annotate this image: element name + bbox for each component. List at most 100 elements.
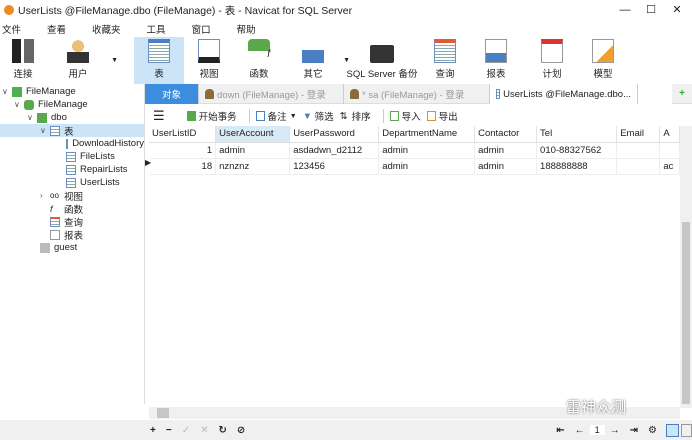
menu-view[interactable]: 查看 <box>45 22 66 36</box>
stop-button[interactable]: ⊘ <box>237 425 245 436</box>
chevron-down-icon[interactable]: ▼ <box>111 57 118 64</box>
view-button[interactable]: 视图 <box>184 37 234 84</box>
grid-view-icon[interactable] <box>666 423 679 437</box>
tree-database[interactable]: ∨ FileManage <box>14 98 88 111</box>
maximize-button[interactable]: ☐ <box>638 2 664 18</box>
first-page-button[interactable]: ⇤ <box>556 425 564 436</box>
label: 函数 <box>249 69 269 80</box>
begin-transaction-button[interactable]: 开始事务 <box>186 109 237 123</box>
cell[interactable] <box>659 142 680 159</box>
chevron-down-icon[interactable]: ∨ <box>2 87 12 96</box>
column-header[interactable]: UserListID <box>149 126 217 143</box>
tree-reports[interactable]: 报表 <box>50 228 83 241</box>
apply-button[interactable]: ✓ <box>182 425 190 436</box>
column-header[interactable]: Tel <box>536 126 618 143</box>
model-button[interactable]: 模型 <box>580 37 626 84</box>
column-header[interactable]: Contactor <box>474 126 538 143</box>
query-button[interactable]: 查询 <box>422 37 468 84</box>
connect-button[interactable]: 连接 <box>0 37 46 84</box>
cell[interactable]: ac <box>659 158 680 175</box>
chevron-down-icon[interactable]: ∨ <box>14 100 24 109</box>
user-button[interactable]: 用户 ▼ <box>46 37 118 84</box>
function-button[interactable]: f 函数 <box>234 37 284 84</box>
chevron-right-icon[interactable]: › <box>40 191 50 200</box>
column-header[interactable]: A <box>659 126 680 143</box>
table-button[interactable]: 表 <box>134 37 184 84</box>
tree-connection[interactable]: ∨ FileManage <box>2 85 76 98</box>
tree-table-item[interactable]: RepairLists <box>66 163 128 176</box>
other-button[interactable]: 其它 ▼ <box>284 37 350 84</box>
memo-button[interactable]: 备注 ▼ <box>255 109 297 123</box>
label: 查询 <box>64 217 84 229</box>
cell[interactable]: 010-88327562 <box>536 142 618 159</box>
add-record-button[interactable]: + <box>150 425 156 436</box>
discard-button[interactable]: ✕ <box>200 425 208 436</box>
tree-table-item[interactable]: DownloadHistory <box>66 137 144 150</box>
tab-objects[interactable]: 对象 <box>145 84 199 104</box>
chevron-down-icon[interactable]: ∨ <box>27 113 37 122</box>
cell[interactable]: 123456 <box>289 158 380 175</box>
tree-tables[interactable]: ∨ 表 <box>0 124 144 137</box>
cell[interactable]: nznznz <box>215 158 291 175</box>
cell[interactable]: admin <box>378 142 476 159</box>
connection-icon <box>12 86 22 97</box>
delete-record-button[interactable]: − <box>166 425 172 436</box>
tree-functions[interactable]: f 函数 <box>50 202 83 216</box>
cell[interactable] <box>616 158 661 175</box>
cell[interactable]: admin <box>474 142 538 159</box>
tab-down-login[interactable]: down (FileManage) - 登录 <box>199 84 344 104</box>
tab-userlists[interactable]: UserLists @FileManage.dbo... <box>490 84 638 104</box>
vertical-scrollbar[interactable] <box>680 126 692 408</box>
column-header[interactable]: UserAccount <box>215 126 291 143</box>
cell[interactable]: admin <box>215 142 291 159</box>
prev-page-button[interactable]: ← <box>575 425 585 436</box>
sort-button[interactable]: ⇅ 排序 <box>340 109 371 123</box>
menu-file[interactable]: 文件 <box>0 22 21 36</box>
next-page-button[interactable]: → <box>610 425 620 436</box>
table-row[interactable]: 18 nznznz 123456 admin admin 188888888 a… <box>149 158 680 175</box>
scroll-thumb[interactable] <box>157 408 169 418</box>
tree-guest-schema[interactable]: guest <box>40 241 77 254</box>
chevron-down-icon[interactable]: ∨ <box>40 126 50 135</box>
cell[interactable]: 18 <box>149 158 217 175</box>
form-view-icon[interactable] <box>681 423 692 437</box>
menu-icon[interactable]: ☰ <box>153 108 165 124</box>
column-header[interactable]: UserPassword <box>289 126 380 143</box>
schedule-button[interactable]: 计划 <box>524 37 580 84</box>
cell[interactable]: admin <box>378 158 476 175</box>
tree-schema[interactable]: ∨ dbo <box>27 111 67 124</box>
cell[interactable]: 1 <box>149 142 217 159</box>
cell[interactable] <box>616 142 661 159</box>
column-header[interactable]: DepartmentName <box>378 126 476 143</box>
minimize-button[interactable]: — <box>612 2 638 18</box>
tree-views[interactable]: › oo 视图 <box>40 189 83 203</box>
menu-tools[interactable]: 工具 <box>145 22 166 36</box>
export-button[interactable]: 导出 <box>426 109 458 123</box>
menu-window[interactable]: 窗口 <box>190 22 211 36</box>
menu-help[interactable]: 帮助 <box>235 22 256 36</box>
backup-button[interactable]: SQL Server 备份 <box>342 37 422 84</box>
settings-gear-icon[interactable]: ⚙ <box>648 425 657 436</box>
page-number-input[interactable]: 1 <box>589 425 605 435</box>
new-tab-icon[interactable]: + <box>672 84 692 103</box>
tree-queries[interactable]: 查询 <box>50 215 83 228</box>
last-page-button[interactable]: ⇥ <box>630 425 638 436</box>
tree-table-item[interactable]: UserLists <box>66 176 120 189</box>
cell[interactable]: asdadwn_d2112 <box>289 142 380 159</box>
report-button[interactable]: 报表 <box>468 37 524 84</box>
refresh-button[interactable]: ↻ <box>218 425 226 436</box>
tab-sa-login[interactable]: * sa (FileManage) - 登录 <box>344 84 490 104</box>
close-button[interactable]: ✕ <box>664 2 690 18</box>
cell[interactable]: admin <box>474 158 538 175</box>
label: UserLists <box>80 177 120 188</box>
filter-button[interactable]: ▼ 筛选 <box>303 109 334 123</box>
cell[interactable]: 188888888 <box>536 158 618 175</box>
column-header[interactable]: Email <box>616 126 661 143</box>
chevron-down-icon[interactable]: ▼ <box>290 113 297 120</box>
menu-favorites[interactable]: 收藏夹 <box>90 22 121 36</box>
import-button[interactable]: 导入 <box>389 109 421 123</box>
table-row[interactable]: 1 admin asdadwn_d2112 admin admin 010-88… <box>149 142 680 159</box>
label: 开始事务 <box>198 112 237 123</box>
tree-table-item[interactable]: FileLists <box>66 150 115 163</box>
scroll-thumb[interactable] <box>682 222 690 404</box>
